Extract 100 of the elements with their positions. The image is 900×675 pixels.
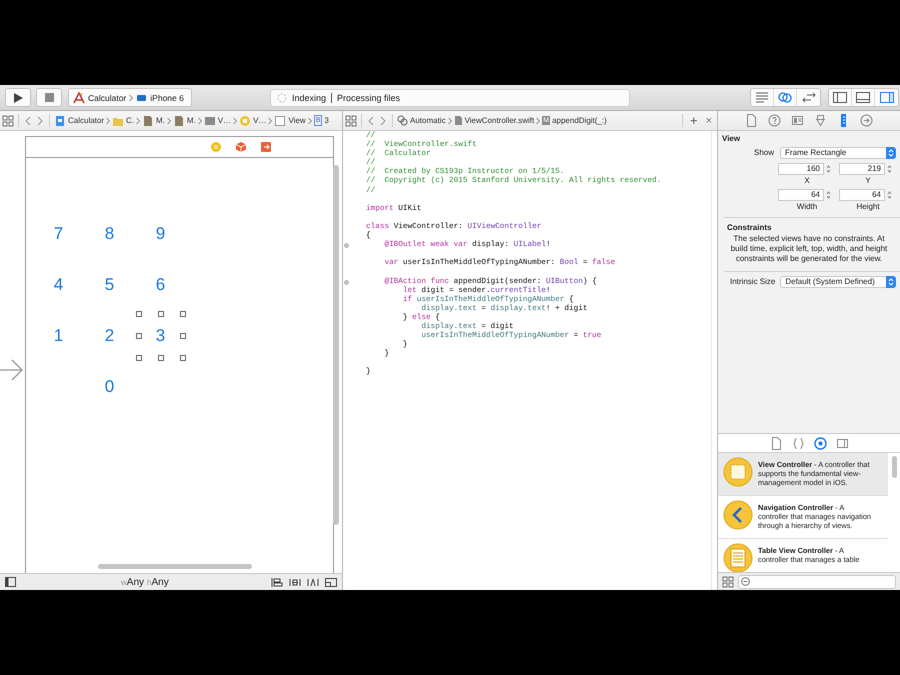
shield-icon xyxy=(813,112,828,128)
number-field[interactable]: 219 xyxy=(839,162,885,175)
field-label: Show xyxy=(754,148,774,158)
resize-icon[interactable] xyxy=(325,576,337,588)
digit-button[interactable]: 0 xyxy=(84,361,135,412)
align-icon[interactable] xyxy=(271,576,283,588)
digit-button[interactable]: 2 xyxy=(84,310,135,361)
cube-icon[interactable] xyxy=(236,142,246,152)
play-icon xyxy=(14,92,22,102)
stop-button[interactable] xyxy=(36,88,62,107)
chevron-icon xyxy=(308,116,312,124)
resolve-icon[interactable] xyxy=(307,576,319,588)
scrollbar[interactable] xyxy=(892,456,897,478)
digit-button[interactable]: 6 xyxy=(135,259,186,310)
grid-icon[interactable] xyxy=(722,576,734,588)
back-icon xyxy=(368,116,374,126)
chevron-circle-icon xyxy=(723,500,753,530)
number-field[interactable]: 64 xyxy=(839,188,885,201)
chevron-icon xyxy=(233,116,238,124)
chevron-icon xyxy=(166,116,171,124)
filter-icon xyxy=(741,577,750,586)
field-label: Intrinsic Size xyxy=(730,277,776,286)
table-list-icon xyxy=(723,543,753,572)
path-item[interactable]: Automatic xyxy=(397,115,446,126)
file-icon xyxy=(172,114,185,126)
path-item[interactable]: Calculator xyxy=(54,114,104,126)
file-icon xyxy=(142,114,154,126)
connection-dot-icon[interactable] xyxy=(344,280,349,284)
digit-button[interactable]: 8 xyxy=(84,208,135,259)
stepper-icon[interactable] xyxy=(887,164,892,174)
connection-dot-icon[interactable] xyxy=(344,243,349,248)
stepper-icon[interactable] xyxy=(826,164,831,174)
resize-handle[interactable] xyxy=(158,354,164,360)
digit-button[interactable]: 7 xyxy=(33,208,84,259)
chevron-icon xyxy=(106,116,110,124)
close-editor-button[interactable]: × xyxy=(702,114,715,126)
info-text: The selected views have no constraints. At build time, explicit left, top, width, and height constraints will be generated for the view. xyxy=(730,232,888,265)
path-item[interactable]: View xyxy=(274,114,306,126)
resize-handle[interactable] xyxy=(180,354,186,360)
project-icon xyxy=(54,114,66,126)
chevron-icon xyxy=(448,116,452,124)
overlapping-circles-icon xyxy=(777,90,793,105)
number-field[interactable]: 160 xyxy=(778,162,824,175)
digit-button[interactable]: 4 xyxy=(33,259,84,310)
resize-handle[interactable] xyxy=(180,332,186,338)
stepper-icon[interactable] xyxy=(826,190,831,200)
number-field[interactable]: 64 xyxy=(778,188,824,201)
lines-icon xyxy=(754,90,770,105)
grid-icon[interactable] xyxy=(2,114,14,126)
forward-icon xyxy=(37,116,43,126)
pin-icon[interactable] xyxy=(289,576,301,588)
target-icon xyxy=(812,436,828,451)
dropdown[interactable]: Default (System Defined) xyxy=(780,276,896,288)
forward-icon xyxy=(380,116,386,126)
path-item[interactable]: M. xyxy=(142,114,165,126)
add-editor-button[interactable]: + xyxy=(686,113,701,128)
section-title: View xyxy=(721,134,742,145)
inspector-tab[interactable] xyxy=(766,112,783,128)
scheme-selector[interactable]: Calculator iPhone 6 xyxy=(68,88,192,107)
path-item[interactable]: V… xyxy=(204,114,232,126)
run-button[interactable] xyxy=(5,88,31,107)
digit-button[interactable]: 9 xyxy=(135,208,186,259)
linked-circles-icon xyxy=(397,115,408,126)
grid-icon[interactable] xyxy=(345,114,357,126)
editor-mode-control[interactable] xyxy=(750,88,821,107)
width-size-class[interactable]: wAny xyxy=(121,576,144,588)
filter-field[interactable] xyxy=(738,574,896,589)
dropdown[interactable]: Frame Rectangle xyxy=(780,146,896,159)
arrow-circle-icon xyxy=(859,112,874,128)
resize-handle[interactable] xyxy=(136,354,142,360)
inspector-tab[interactable] xyxy=(790,436,806,451)
stepper-icon xyxy=(888,148,894,157)
inspector-tab[interactable] xyxy=(858,112,875,128)
field-label: Y xyxy=(864,174,872,187)
sidebar-toggle-icon[interactable] xyxy=(5,577,16,587)
stepper-icon[interactable] xyxy=(887,190,892,200)
digit-button[interactable]: 3 xyxy=(135,310,186,361)
path-item[interactable]: V… xyxy=(239,114,266,126)
path-item[interactable]: M. xyxy=(172,114,196,126)
resize-handle[interactable] xyxy=(180,310,186,316)
digit-button[interactable]: 1 xyxy=(33,310,84,361)
height-size-class[interactable]: hAny xyxy=(147,576,169,588)
inspector-tab[interactable] xyxy=(812,436,828,451)
scrollbar[interactable] xyxy=(98,564,252,569)
path-item[interactable]: C. xyxy=(112,114,134,126)
help-icon xyxy=(767,112,782,128)
digit-button[interactable]: 5 xyxy=(84,259,135,310)
field-label: Height xyxy=(855,200,881,213)
resize-handle[interactable] xyxy=(158,310,164,316)
resize-handle[interactable] xyxy=(136,310,142,316)
chevron-icon xyxy=(136,116,140,124)
exit-icon[interactable] xyxy=(261,142,271,152)
path-item[interactable]: ViewController.swift xyxy=(454,115,534,126)
activity-status: Indexing xyxy=(292,92,326,102)
phone-icon xyxy=(136,92,148,102)
scrollbar[interactable] xyxy=(333,165,339,525)
chevron-icon xyxy=(129,94,134,102)
resize-handle[interactable] xyxy=(136,332,142,338)
entry-arrow-icon xyxy=(0,359,24,381)
panel-toggle-control[interactable] xyxy=(828,88,899,107)
